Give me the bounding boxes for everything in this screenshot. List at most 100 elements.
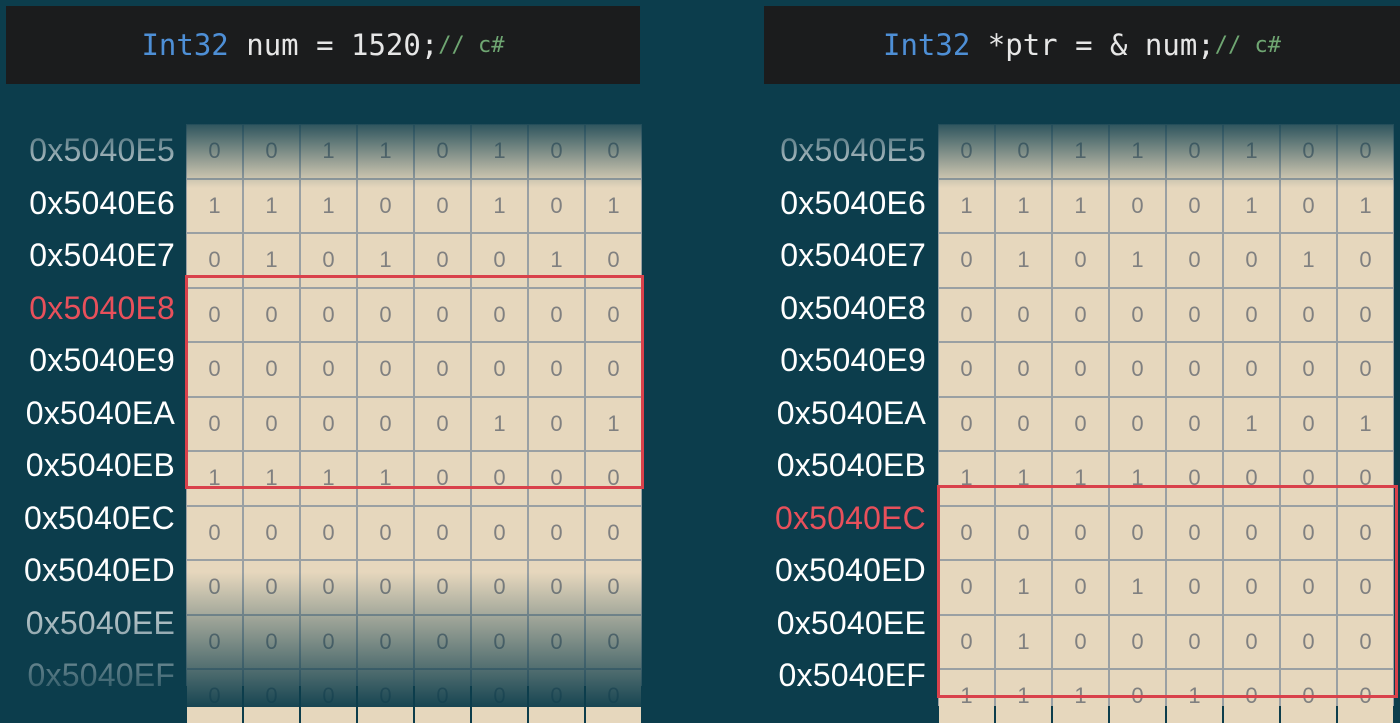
bit-cell: 0 [1110,506,1165,559]
bit-cell: 0 [1338,452,1393,505]
bit-cell: 0 [187,670,242,723]
bit-cell: 0 [1167,561,1222,614]
bit-cell: 0 [1338,561,1393,614]
bit-cell: 0 [939,397,994,450]
memory-address-label: 0x5040EE [25,604,175,641]
bit-cell: 0 [1338,234,1393,287]
bit-cell: 0 [939,234,994,287]
memory-address-label: 0x5040E9 [29,342,175,378]
bit-cell: 0 [1281,615,1336,668]
bit-cell: 0 [415,234,470,287]
bit-cell: 0 [415,397,470,450]
bit-cell: 0 [1053,397,1108,450]
bit-cell: 0 [472,343,527,396]
address-column: 0x5040E5 0x5040E6 0x5040E7 0x5040E8 0x5040E9… [750,124,926,702]
bit-cell: 1 [1053,452,1108,505]
memory-address-label: 0x5040E5 [29,132,175,168]
bit-cell: 0 [358,343,413,396]
bit-cell: 0 [529,343,584,396]
bit-cell: 0 [1167,234,1222,287]
bit-cell: 1 [939,670,994,723]
bit-cell: 0 [1224,234,1279,287]
bit-cell: 0 [472,615,527,668]
bit-cell: 0 [1281,506,1336,559]
bit-cell: 0 [939,125,994,178]
bit-cell: 1 [187,179,242,232]
bit-cell: 0 [1110,615,1165,668]
bit-cell: 0 [187,125,242,178]
bit-cell: 1 [358,234,413,287]
bit-cell: 0 [1338,125,1393,178]
bit-cell: 1 [1281,234,1336,287]
bit-cell: 0 [415,343,470,396]
bit-cell: 1 [1110,452,1165,505]
bit-cell: 0 [187,288,242,341]
bit-cell: 0 [1167,343,1222,396]
bit-cell: 0 [358,397,413,450]
bit-cell: 0 [358,506,413,559]
memory-address-label: 0x5040EA [25,394,175,431]
bit-cell: 1 [301,179,356,232]
memory-address-label: 0x5040EE [776,604,926,641]
memory-address-label: 0x5040EB [25,447,175,483]
left-memory-panel: Int32 num = 1520;// c# 0x5040E5 0x5040E6 0… [0,0,650,723]
bit-cell: 0 [415,615,470,668]
bit-cell: 0 [1338,506,1393,559]
memory-address-label: 0x5040E8 [780,289,926,326]
bit-cell: 0 [586,506,641,559]
bit-cell: 1 [301,125,356,178]
bit-cell: 0 [529,561,584,614]
type-keyword: Int32 [883,28,971,62]
bit-cell: 1 [996,452,1051,505]
bit-cell: 0 [1281,561,1336,614]
memory-address-label: 0x5040E6 [29,184,175,221]
bit-cell: 0 [301,561,356,614]
bit-cell: 1 [301,452,356,505]
bit-cell: 1 [996,179,1051,232]
bit-cell: 0 [1281,288,1336,341]
bit-cell: 0 [1167,288,1222,341]
bit-cell: 0 [1053,288,1108,341]
bit-cell: 0 [244,506,299,559]
bit-cell: 1 [996,234,1051,287]
bit-cell: 0 [586,288,641,341]
bit-cell: 0 [529,125,584,178]
bit-cell: 0 [939,615,994,668]
memory-bit-grid: 0011010011100101010100100000000000000000… [186,124,642,723]
bit-cell: 0 [1338,343,1393,396]
bit-cell: 1 [244,234,299,287]
bit-cell: 1 [586,397,641,450]
bit-cell: 0 [1053,561,1108,614]
bit-cell: 0 [996,506,1051,559]
bit-cell: 0 [996,343,1051,396]
bit-cell: 0 [1110,397,1165,450]
bit-cell: 0 [301,397,356,450]
bit-cell: 1 [244,452,299,505]
bit-cell: 0 [1053,343,1108,396]
memory-address-label: 0x5040E9 [780,342,926,378]
bit-cell: 0 [358,615,413,668]
bit-cell: 0 [244,125,299,178]
bit-cell: 1 [1224,397,1279,450]
bit-cell: 0 [1110,670,1165,723]
bit-cell: 0 [472,234,527,287]
bit-cell: 0 [1224,670,1279,723]
bit-cell: 0 [529,615,584,668]
bit-cell: 0 [529,670,584,723]
bit-cell: 0 [187,615,242,668]
bit-cell: 0 [244,343,299,396]
bit-cell: 0 [1224,615,1279,668]
bit-cell: 0 [415,452,470,505]
bit-cell: 1 [586,179,641,232]
bit-cell: 0 [529,288,584,341]
memory-address-label: 0x5040EF [778,657,926,693]
bit-cell: 1 [939,179,994,232]
bit-cell: 0 [1281,452,1336,505]
bit-cell: 1 [996,670,1051,723]
memory-address-label: 0x5040E7 [29,237,175,273]
memory-address-label: 0x5040E8 [29,289,175,326]
bit-cell: 0 [301,234,356,287]
bit-cell: 0 [1053,506,1108,559]
bit-cell: 0 [1338,288,1393,341]
bit-cell: 0 [301,670,356,723]
